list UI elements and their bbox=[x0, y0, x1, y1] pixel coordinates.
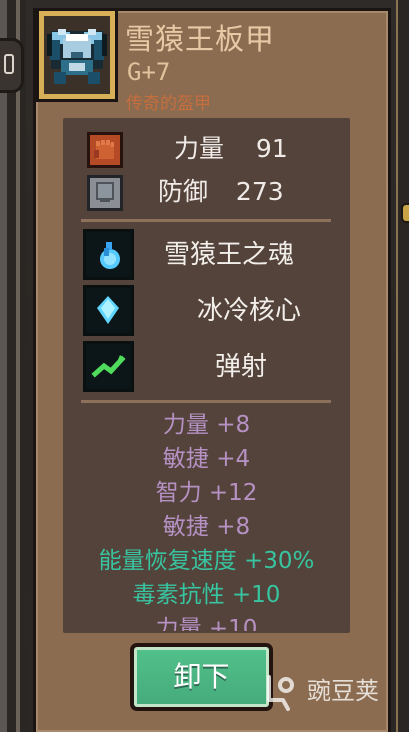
bonus-energy-recovery: 能量恢复速度 +30% bbox=[98, 548, 315, 574]
skill-ice-core: 冰冷核心 bbox=[196, 296, 301, 326]
armor-icon-graphic bbox=[44, 16, 110, 94]
shield-icon bbox=[87, 175, 123, 211]
green-bounce-arrow-icon bbox=[83, 341, 134, 392]
left-tab-slot-icon bbox=[4, 54, 14, 74]
skill-bounce: 弹射 bbox=[214, 352, 267, 382]
blue-soul-flame-graphic bbox=[86, 232, 131, 277]
bonus-strength-10-partially-visible: 力量 +10 bbox=[155, 616, 258, 631]
stat-strength: 力量 91 bbox=[174, 132, 314, 166]
blue-soul-flame-icon bbox=[83, 229, 134, 280]
green-bounce-arrow-graphic bbox=[86, 344, 131, 389]
stat-strength-value: 91 bbox=[255, 134, 288, 163]
stats-divider-top bbox=[81, 219, 331, 222]
unequip-button-label: 卸下 bbox=[134, 647, 269, 707]
skill-snow-ape-king-soul: 雪猿王之魂 bbox=[163, 240, 294, 270]
ice-core-crystal-icon bbox=[83, 285, 134, 336]
bonus-agility-4: 敏捷 +4 bbox=[162, 446, 251, 472]
stat-defense: 防御 273 bbox=[158, 175, 328, 209]
fist-icon bbox=[87, 132, 123, 168]
item-name: 雪猿王板甲 bbox=[125, 22, 276, 56]
equipment-icon-frame bbox=[36, 8, 118, 102]
stats-panel: 力量 91 防御 273 雪猿王之魂 冰冷核心 弹射 力量 +8 敏捷 +4 智… bbox=[63, 118, 350, 633]
shield-icon-graphic bbox=[90, 178, 120, 208]
item-rarity-type: 传奇的盔甲 bbox=[126, 94, 211, 114]
left-side-tab[interactable] bbox=[0, 38, 24, 93]
fist-icon-graphic bbox=[90, 135, 120, 165]
bonus-poison-resistance: 毒素抗性 +10 bbox=[132, 582, 281, 608]
stats-divider-bottom bbox=[81, 400, 331, 403]
stat-defense-label: 防御 bbox=[158, 177, 209, 206]
bonus-agility-8: 敏捷 +8 bbox=[162, 514, 251, 540]
ice-core-crystal-graphic bbox=[86, 288, 131, 333]
right-side-knob[interactable] bbox=[401, 203, 409, 223]
bonus-strength-8: 力量 +8 bbox=[162, 412, 251, 438]
unequip-button[interactable]: 卸下 bbox=[130, 643, 273, 711]
left-side-panel-edge bbox=[0, 0, 26, 732]
equipment-detail-screen: 雪猿王板甲 G+7 传奇的盔甲 力量 91 防御 273 雪猿王之魂 冰冷核心 … bbox=[0, 0, 409, 732]
stat-defense-value: 273 bbox=[235, 177, 284, 206]
right-side-panel-edge bbox=[396, 0, 409, 732]
item-grade: G+7 bbox=[127, 58, 171, 86]
stat-strength-label: 力量 bbox=[174, 134, 225, 163]
armor-icon bbox=[44, 16, 110, 94]
bonus-intelligence-12: 智力 +12 bbox=[155, 480, 258, 506]
